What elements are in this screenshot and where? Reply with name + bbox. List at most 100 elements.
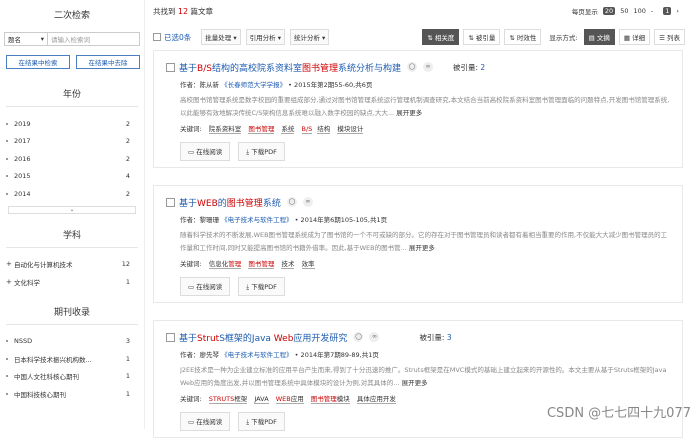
plus-icon: + xyxy=(6,260,12,269)
keyword-link[interactable]: 结构 xyxy=(317,125,331,134)
keyword-link[interactable]: 效率 xyxy=(301,260,315,269)
batch-dropdown[interactable]: 批量处理 ▾ xyxy=(201,29,241,45)
read-online-button[interactable]: ▭ 在线阅读 xyxy=(180,412,231,431)
search-input[interactable]: 请输入检索词 xyxy=(48,32,140,46)
facet-item[interactable]: 中国科技核心期刊 1 xyxy=(0,385,144,403)
link-icon[interactable]: ∞ xyxy=(302,197,313,207)
list-icon: ☰ xyxy=(659,34,665,42)
download-icon: ⤓ xyxy=(246,148,250,156)
display-mode-label: 显示方式: xyxy=(549,34,578,42)
facet-item[interactable]: 2015 4 xyxy=(0,168,144,186)
facet-item[interactable]: + 自动化与计算机技术 12 xyxy=(0,256,144,274)
keyword-link[interactable]: JAVA xyxy=(254,395,269,404)
keyword-link[interactable]: 图书管理 xyxy=(310,395,337,404)
user-icon[interactable]: ◯ xyxy=(353,332,364,342)
secondary-search-title: 二次检索 xyxy=(53,11,90,21)
sort-cited-button[interactable]: ⇅ 被引量 xyxy=(463,29,501,45)
keyword-link[interactable]: WEB xyxy=(275,395,291,404)
sort-relevance-button[interactable]: ⇅ 相关度 xyxy=(422,29,460,45)
select-all-checkbox[interactable] xyxy=(153,33,161,41)
user-icon[interactable]: ◯ xyxy=(286,197,297,207)
facet-item[interactable]: 2016 2 xyxy=(0,150,144,168)
read-online-button[interactable]: ▭ 在线阅读 xyxy=(180,277,231,296)
expand-more-link[interactable]: 展开更多 xyxy=(396,109,422,117)
expand-more-link[interactable]: 展开更多 xyxy=(402,379,428,387)
author-link[interactable]: 廖先琴 xyxy=(200,351,220,359)
keyword-link[interactable]: 图书管理 xyxy=(248,260,275,269)
journal-link[interactable]: 《长春师范大学学报》 xyxy=(221,81,286,89)
author-link[interactable]: 黎珊珊 xyxy=(200,216,220,224)
bullet-icon xyxy=(6,375,8,378)
keyword-link[interactable]: STRUTS xyxy=(208,395,235,404)
keyword-link[interactable]: 管理 xyxy=(228,260,242,269)
subject-facet-list: + 自动化与计算机技术 12 + 文化科学 1 xyxy=(0,256,144,291)
facet-item[interactable]: 日本科学技术振兴机构数... 1 xyxy=(0,350,144,368)
expand-year-button[interactable]: ⌄ xyxy=(8,205,136,214)
keyword-link[interactable]: 框架 xyxy=(234,395,248,404)
result-total: 共找到 12 篇文章 xyxy=(153,6,213,16)
per-page-selector: 每页显示 20 50 100 - 1 › xyxy=(571,7,679,16)
sort-time-button[interactable]: ⇅ 时效性 xyxy=(504,29,542,45)
author-link[interactable]: 陈从新 xyxy=(200,81,220,89)
keyword-link[interactable]: B/S xyxy=(301,125,313,134)
facet-item[interactable]: 2019 2 xyxy=(0,115,144,133)
download-pdf-button[interactable]: ⤓ 下载PDF xyxy=(238,142,285,161)
result-meta: 作者：廖先琴 《电子技术与软件工程》 • 2014年第7期89-89,共1页 xyxy=(180,351,379,359)
result-abstract: 高校图书馆管理系统是数字校园的重要组成部分,通过对图书馆管理系统运行管理机制调查… xyxy=(180,96,670,117)
bullet-icon xyxy=(6,157,8,160)
keyword-link[interactable]: 模块 xyxy=(336,395,350,404)
result-title-link[interactable]: 基于WEB的图书管理系统 xyxy=(179,196,281,209)
link-icon[interactable]: ∞ xyxy=(369,332,380,342)
result-abstract: J2EE技术是一种为企业建立标准的应用平台产生而来,得到了十分迅速的推广。Str… xyxy=(180,366,667,387)
field-select[interactable]: 题名 ▾ xyxy=(4,32,48,46)
keyword-link[interactable]: 技术 xyxy=(281,260,295,269)
cite-analysis-dropdown[interactable]: 引用分析 ▾ xyxy=(245,29,285,45)
facet-item[interactable]: 2014 2 xyxy=(0,185,144,203)
bullet-icon xyxy=(6,175,8,178)
result-checkbox[interactable] xyxy=(166,197,175,207)
chevron-right-icon[interactable]: › xyxy=(676,7,679,15)
facet-item[interactable]: 2017 2 xyxy=(0,133,144,151)
result-title-link[interactable]: 基于StrutS框架的Java Web应用开发研究 xyxy=(179,331,347,344)
download-pdf-button[interactable]: ⤓ 下载PDF xyxy=(238,277,285,296)
facet-item[interactable]: 中国人文社科核心期刊 1 xyxy=(0,368,144,386)
watermark: CSDN @七七四十九077 xyxy=(546,406,691,421)
chevron-down-icon: ▾ xyxy=(40,35,44,43)
result-checkbox[interactable] xyxy=(166,332,175,342)
keyword-link[interactable]: 具体应用开发 xyxy=(356,395,396,404)
mode-list-button[interactable]: ☰ 列表 xyxy=(654,29,685,45)
facet-item[interactable]: NSSD 3 xyxy=(0,333,144,351)
per-page-option[interactable]: 100 xyxy=(633,7,645,15)
per-page-option[interactable]: 50 xyxy=(620,7,628,15)
search-in-results-button[interactable]: 在结果中检索 xyxy=(6,55,70,69)
download-pdf-button[interactable]: ⤓ 下载PDF xyxy=(238,412,285,431)
mode-detail-button[interactable]: ▦ 详细 xyxy=(618,29,651,45)
keyword-link[interactable]: 院系资料室 xyxy=(208,125,242,134)
stats-analysis-dropdown[interactable]: 统计分析 ▾ xyxy=(289,29,330,45)
selected-count-link[interactable]: 已选0条 xyxy=(164,32,191,43)
result-checkbox[interactable] xyxy=(166,62,175,72)
mode-abstract-button[interactable]: ▤ 文摘 xyxy=(583,29,615,45)
sort-icon: ⇅ xyxy=(427,34,433,42)
subject-facet-title: 学科 xyxy=(62,230,81,241)
journal-link[interactable]: 《电子技术与软件工程》 xyxy=(221,351,293,359)
link-icon[interactable]: ∞ xyxy=(422,62,433,72)
keyword-link[interactable]: 信息化 xyxy=(208,260,229,269)
detail-icon: ▦ xyxy=(623,34,631,42)
keyword-link[interactable]: 图书管理 xyxy=(248,125,275,134)
result-title-link[interactable]: 基于B/S结构的高校院系资料室图书管理系统分析与构建 xyxy=(179,61,401,74)
journal-link[interactable]: 《电子技术与软件工程》 xyxy=(221,216,293,224)
keyword-link[interactable]: 系统 xyxy=(281,125,295,134)
exclude-from-results-button[interactable]: 在结果中去除 xyxy=(76,55,140,69)
expand-more-link[interactable]: 展开更多 xyxy=(409,244,435,252)
result-meta: 作者：陈从新 《长春师范大学学报》 • 2015年第2期55-60,共6页 xyxy=(180,81,373,89)
keyword-link[interactable]: 模块设计 xyxy=(337,125,364,134)
divider xyxy=(6,106,138,107)
page-number[interactable]: 1 xyxy=(663,7,672,15)
results-main: 共找到 12 篇文章 每页显示 20 50 100 - 1 › 已选0条 批量处… xyxy=(153,0,693,438)
per-page-option[interactable]: 20 xyxy=(602,7,616,15)
keyword-link[interactable]: 应用 xyxy=(290,395,304,404)
user-icon[interactable]: ◯ xyxy=(406,62,417,72)
read-online-button[interactable]: ▭ 在线阅读 xyxy=(180,142,231,161)
facet-item[interactable]: + 文化科学 1 xyxy=(0,273,144,291)
